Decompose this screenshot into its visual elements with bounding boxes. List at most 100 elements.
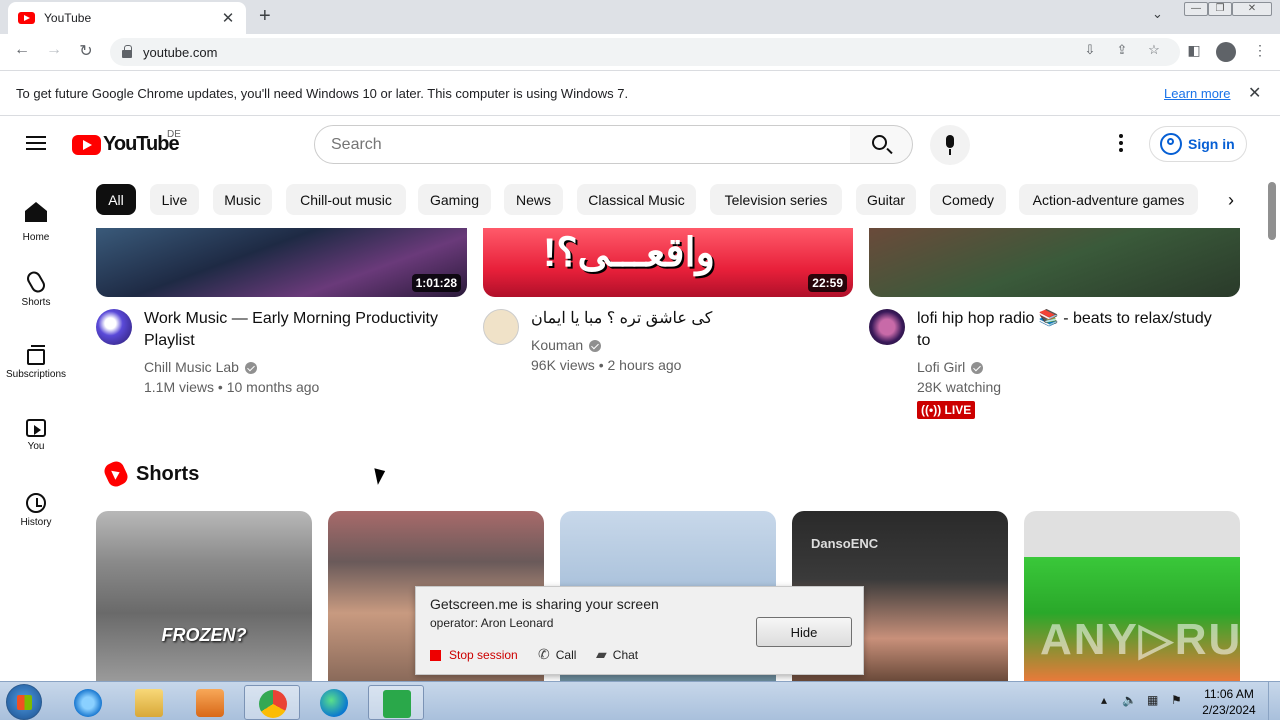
video-thumbnail[interactable] [869, 228, 1240, 297]
region-code: DE [167, 129, 181, 140]
duration-badge: 1:01:28 [411, 274, 461, 292]
search-button[interactable] [850, 125, 913, 164]
guide-label: Home [22, 232, 50, 243]
chip-gaming[interactable]: Gaming [418, 184, 491, 215]
taskbar-media[interactable] [182, 685, 238, 720]
chip-chill-out-music[interactable]: Chill-out music [286, 184, 406, 215]
video-title[interactable]: lofi hip hop radio 📚 - beats to relax/st… [917, 308, 1237, 352]
taskbar-chrome[interactable] [244, 685, 300, 720]
youtube-logo[interactable]: YouTube DE [72, 129, 181, 156]
title-line: lofi hip hop radio 📚 - beats to relax/st… [917, 310, 1212, 327]
tab-search-icon[interactable]: ⌄ [1152, 6, 1163, 22]
taskbar-explorer[interactable] [121, 685, 177, 720]
video-thumbnail[interactable]: 1:01:28 [96, 228, 467, 297]
call-button[interactable]: ✆ Call [538, 646, 576, 663]
restore-button[interactable]: ❐ [1208, 2, 1232, 16]
sign-in-button[interactable]: Sign in [1149, 126, 1247, 162]
channel-name[interactable]: Lofi Girl [917, 359, 984, 375]
new-tab-button[interactable]: + [259, 5, 271, 28]
scrollbar-thumb[interactable] [1268, 182, 1276, 240]
guide-item-subscriptions[interactable]: Subscriptions [4, 335, 68, 401]
chip-news[interactable]: News [504, 184, 563, 215]
channel-label: Lofi Girl [917, 359, 966, 375]
call-label: Call [555, 647, 577, 662]
chip-guitar[interactable]: Guitar [856, 184, 916, 215]
operator-text: operator: Aron Leonard [430, 616, 554, 630]
share-icon[interactable]: ⇪ [1113, 42, 1131, 58]
tab-close-button[interactable]: ✕ [220, 9, 236, 27]
video-thumbnail[interactable]: واقعـــی؟! 22:59 [483, 228, 853, 297]
taskbar-edge[interactable] [306, 685, 362, 720]
hide-button[interactable]: Hide [756, 617, 852, 647]
video-meta: 1.1M views • 10 months ago [144, 379, 320, 395]
start-button[interactable] [6, 684, 42, 720]
page-scrollbar[interactable] [1264, 173, 1280, 681]
chip-television-series[interactable]: Television series [710, 184, 842, 215]
guide-item-home[interactable]: Home [4, 187, 68, 253]
guide-item-you[interactable]: You [4, 409, 68, 475]
chip-comedy[interactable]: Comedy [930, 184, 1006, 215]
clock-date: 2/23/2024 [1202, 703, 1256, 717]
account-icon [1160, 133, 1182, 155]
taskbar-getscreen[interactable] [368, 685, 424, 720]
shorts-header: Shorts [101, 458, 200, 490]
media-player-icon [196, 689, 224, 717]
live-label: LIVE [944, 403, 972, 417]
voice-search-icon[interactable] [930, 125, 970, 165]
minimize-button[interactable]: — [1184, 2, 1208, 16]
window-close-button[interactable]: ✕ [1232, 2, 1272, 16]
taskbar-clock[interactable]: 11:06 AM 2/23/2024 [1196, 686, 1262, 718]
short-card[interactable] [96, 511, 312, 681]
action-center-flag-icon[interactable]: ⚑ [1171, 693, 1182, 707]
shorts-icon [24, 268, 48, 296]
chrome-menu-icon[interactable]: ⋮ [1250, 42, 1270, 59]
chat-label: Chat [612, 647, 639, 662]
tray-expand-icon[interactable]: ▴ [1101, 693, 1107, 707]
browser-toolbar: ← → ↻ youtube.com ⇩ ⇪ ☆ ◧ ⋮ [0, 34, 1280, 71]
address-bar[interactable]: youtube.com [110, 38, 1180, 66]
tab-youtube[interactable]: YouTube ✕ [8, 2, 246, 34]
avatar[interactable] [96, 309, 132, 345]
shorts-title: Shorts [136, 462, 200, 485]
taskbar-ie[interactable] [60, 685, 116, 720]
side-panel-icon[interactable]: ◧ [1184, 42, 1204, 59]
chip-live[interactable]: Live [150, 184, 199, 215]
settings-kebab-icon[interactable] [1112, 134, 1130, 155]
guide-item-history[interactable]: History [4, 483, 68, 549]
guide-label: History [20, 517, 52, 528]
profile-avatar-icon[interactable] [1216, 42, 1236, 62]
tab-title: YouTube [44, 11, 92, 25]
channel-name[interactable]: Kouman [531, 337, 602, 353]
sharing-message: Getscreen.me is sharing your screen [430, 596, 659, 612]
guide-label: Shorts [21, 297, 51, 308]
short-overlay-text: FROZEN? [161, 625, 247, 645]
video-title[interactable]: کی عاشق تره ؟ مبا یا ایمان [531, 308, 851, 330]
search-input[interactable] [331, 135, 850, 154]
back-icon[interactable]: ← [11, 41, 33, 59]
lock-icon [122, 44, 132, 58]
reload-icon[interactable]: ↻ [75, 41, 97, 61]
avatar[interactable] [483, 309, 519, 345]
forward-icon[interactable]: → [43, 41, 65, 59]
chip-action-adventure-games[interactable]: Action-adventure games [1019, 184, 1198, 215]
show-desktop-button[interactable] [1268, 682, 1280, 720]
network-icon[interactable]: ▦ [1147, 693, 1158, 707]
chat-button[interactable]: ▰ Chat [596, 646, 638, 663]
avatar[interactable] [869, 309, 905, 345]
install-app-icon[interactable]: ⇩ [1081, 42, 1099, 58]
chevron-right-icon[interactable]: › [1228, 190, 1234, 211]
video-title[interactable]: Work Music — Early Morning Productivity … [144, 308, 464, 352]
bookmark-star-icon[interactable]: ☆ [1145, 42, 1163, 58]
volume-icon[interactable]: 🔈 [1122, 693, 1137, 707]
channel-name[interactable]: Chill Music Lab [144, 359, 257, 375]
learn-more-link[interactable]: Learn more [1164, 86, 1230, 101]
guide-item-shorts[interactable]: Shorts [4, 261, 68, 327]
stop-session-button[interactable]: Stop session [430, 648, 518, 662]
infobar-close-button[interactable]: ✕ [1248, 83, 1261, 103]
chip-music[interactable]: Music [213, 184, 272, 215]
chip-all[interactable]: All [96, 184, 136, 215]
chip-bar: All Live Music Chill-out music Gaming Ne… [96, 184, 1256, 216]
hamburger-menu-icon[interactable] [26, 136, 46, 151]
stop-label: Stop session [449, 648, 518, 662]
chip-classical-music[interactable]: Classical Music [577, 184, 696, 215]
